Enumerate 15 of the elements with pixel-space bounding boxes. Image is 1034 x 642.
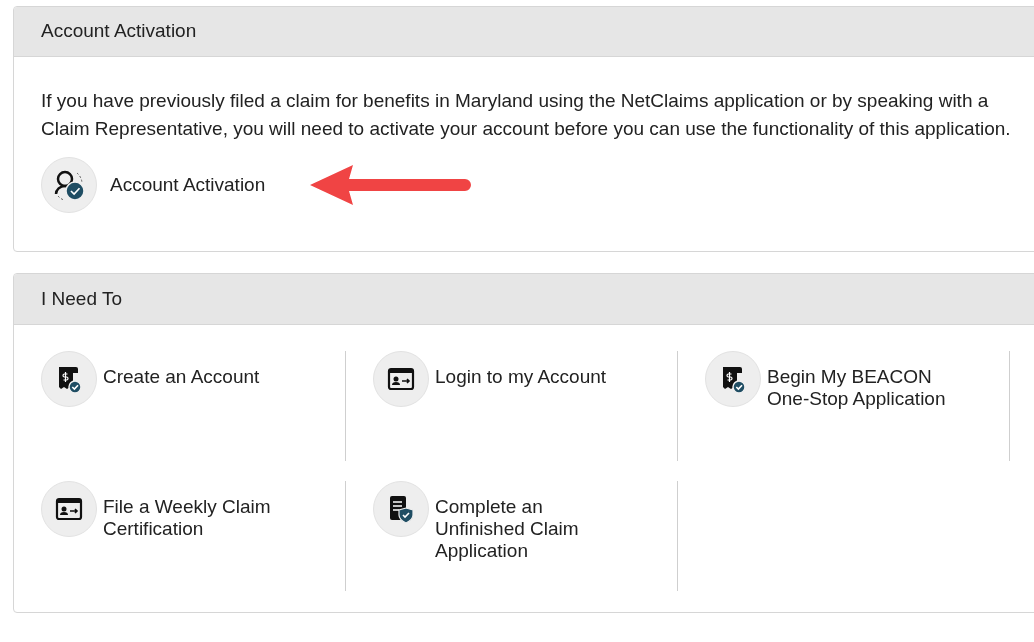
activation-icon[interactable] — [41, 157, 97, 213]
panel-title: I Need To — [41, 286, 122, 311]
receipt-check-icon — [56, 364, 82, 394]
info-paragraph: If you have previously filed a claim for benefits in Maryland using the NetClaims application or by speaking with a Claim Representative, you will need to activate your account before you can use the functionality of this application. — [41, 89, 1012, 141]
action-link[interactable]: Login to my Account — [435, 366, 625, 388]
activation-link[interactable]: Account Activation — [110, 170, 266, 200]
action-link[interactable]: Create an Account — [103, 366, 293, 388]
document-shield-icon — [387, 494, 415, 524]
receipt-check-icon — [720, 364, 746, 394]
panel-title: Account Activation — [41, 19, 197, 44]
id-card-icon — [387, 367, 415, 391]
action-link[interactable]: File a Weekly Claim Certification — [103, 496, 293, 540]
action-link[interactable]: Complete an Unfinished Claim Application — [435, 496, 625, 562]
action-link[interactable]: Begin My BEACON One-Stop Application — [767, 366, 957, 410]
id-card-icon — [55, 497, 83, 521]
